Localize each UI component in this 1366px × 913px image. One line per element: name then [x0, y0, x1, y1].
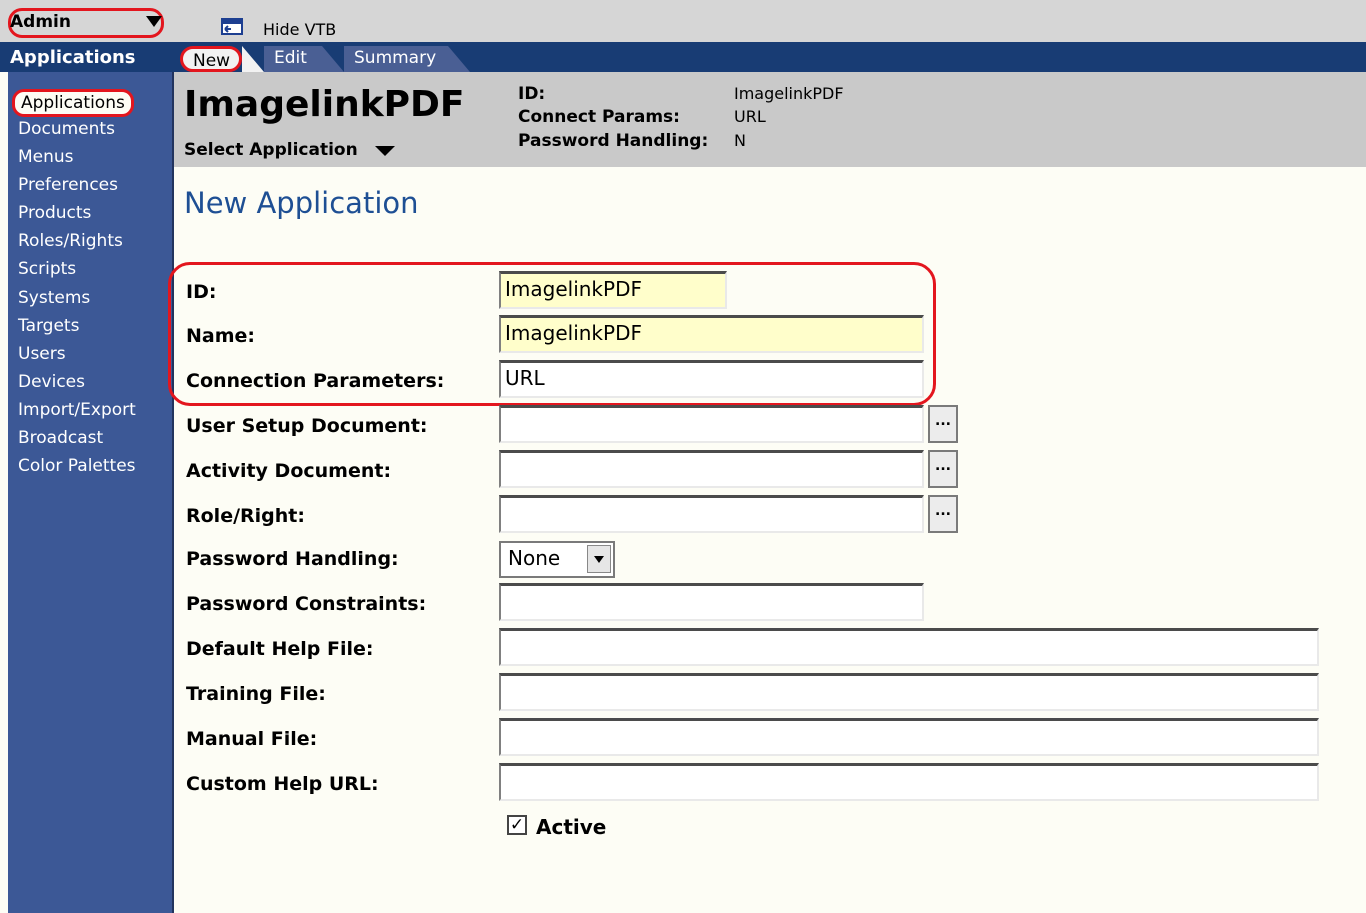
- role-right-field[interactable]: [499, 495, 924, 533]
- name-label: Name:: [186, 325, 256, 347]
- tab-edit[interactable]: Edit: [264, 46, 322, 72]
- header-connect-params-label: Connect Params:: [518, 107, 680, 127]
- training-file-label: Training File:: [186, 683, 326, 705]
- top-toolbar: [0, 0, 1366, 42]
- tab-summary[interactable]: Summary: [344, 46, 448, 72]
- custom-help-url-label: Custom Help URL:: [186, 773, 379, 795]
- manual-file-label: Manual File:: [186, 728, 318, 750]
- role-right-browse-button[interactable]: ...: [928, 495, 958, 533]
- default-help-file-field[interactable]: [499, 628, 1319, 666]
- sidebar-item-color-palettes[interactable]: Color Palettes: [18, 456, 136, 476]
- sidebar-item-systems[interactable]: Systems: [18, 288, 90, 308]
- password-constraints-label: Password Constraints:: [186, 593, 427, 615]
- sidebar-edge: [0, 72, 8, 913]
- id-field[interactable]: ImagelinkPDF: [499, 271, 727, 309]
- sidebar-item-users[interactable]: Users: [18, 344, 66, 364]
- tab-new-edge: [242, 46, 264, 72]
- sidebar-item-menus[interactable]: Menus: [18, 147, 74, 167]
- header-id-label: ID:: [518, 84, 546, 104]
- header-connect-params-value: URL: [734, 107, 766, 126]
- user-setup-browse-button[interactable]: ...: [928, 405, 958, 443]
- sidebar: [0, 72, 174, 913]
- active-label: Active: [536, 815, 607, 839]
- password-handling-value: None: [508, 546, 561, 570]
- sidebar-item-applications[interactable]: Applications: [12, 89, 134, 117]
- application-name: ImagelinkPDF: [184, 84, 465, 125]
- header-id-value: ImagelinkPDF: [734, 84, 844, 103]
- id-label: ID:: [186, 281, 217, 303]
- dropdown-arrow-icon: [146, 16, 162, 27]
- role-right-label: Role/Right:: [186, 505, 305, 527]
- sidebar-item-products[interactable]: Products: [18, 203, 91, 223]
- connection-parameters-field[interactable]: URL: [499, 360, 924, 398]
- header-password-handling-label: Password Handling:: [518, 131, 709, 151]
- tab-edit-edge: [322, 46, 344, 72]
- password-handling-label: Password Handling:: [186, 548, 399, 570]
- manual-file-field[interactable]: [499, 718, 1319, 756]
- connection-parameters-label: Connection Parameters:: [186, 370, 445, 392]
- activity-document-browse-button[interactable]: ...: [928, 450, 958, 488]
- admin-menu-label: Admin: [10, 12, 71, 32]
- sidebar-item-scripts[interactable]: Scripts: [18, 259, 76, 279]
- training-file-field[interactable]: [499, 673, 1319, 711]
- select-application-button[interactable]: Select Application: [184, 140, 358, 160]
- user-setup-document-label: User Setup Document:: [186, 415, 428, 437]
- user-setup-document-field[interactable]: [499, 405, 924, 443]
- select-application-arrow-icon[interactable]: [375, 146, 395, 156]
- sidebar-item-roles-rights[interactable]: Roles/Rights: [18, 231, 123, 251]
- name-field[interactable]: ImagelinkPDF: [499, 315, 924, 353]
- chevron-down-icon: [594, 556, 604, 563]
- header-password-handling-value: N: [734, 131, 746, 150]
- activity-document-label: Activity Document:: [186, 460, 392, 482]
- active-checkbox[interactable]: ✓: [507, 815, 527, 835]
- sidebar-item-targets[interactable]: Targets: [18, 316, 79, 336]
- hide-vtb-icon[interactable]: [221, 18, 243, 35]
- page-title: New Application: [184, 186, 419, 220]
- sidebar-item-broadcast[interactable]: Broadcast: [18, 428, 103, 448]
- sidebar-item-preferences[interactable]: Preferences: [18, 175, 118, 195]
- default-help-file-label: Default Help File:: [186, 638, 374, 660]
- sidebar-item-documents[interactable]: Documents: [18, 119, 115, 139]
- sidebar-item-import-export[interactable]: Import/Export: [18, 400, 136, 420]
- hide-vtb-button[interactable]: Hide VTB: [263, 20, 336, 39]
- tab-new[interactable]: New: [180, 46, 242, 72]
- sidebar-title: Applications: [10, 47, 136, 68]
- custom-help-url-field[interactable]: [499, 763, 1319, 801]
- password-constraints-field[interactable]: [499, 583, 924, 621]
- tab-summary-edge: [448, 46, 470, 72]
- sidebar-item-devices[interactable]: Devices: [18, 372, 85, 392]
- activity-document-field[interactable]: [499, 450, 924, 488]
